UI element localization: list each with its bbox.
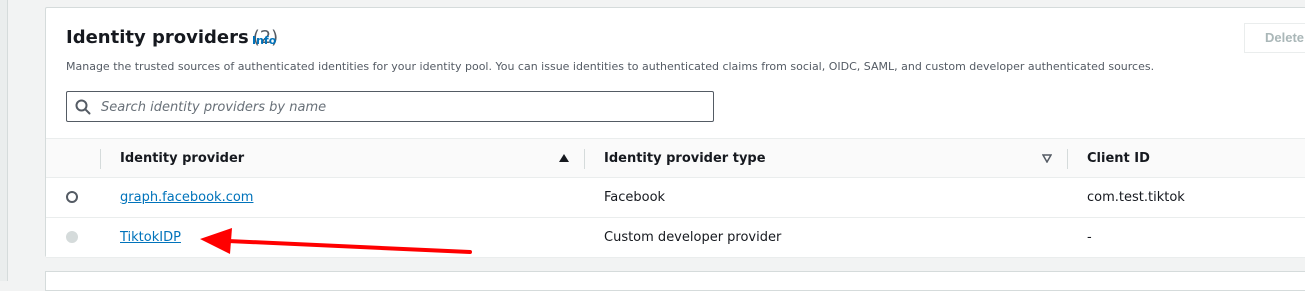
section-description: Manage the trusted sources of authentica… [66, 60, 1155, 73]
column-separator [1067, 149, 1068, 169]
sort-ascending-icon[interactable] [559, 153, 569, 163]
page-title: Identity providers (2) [66, 27, 278, 48]
info-link[interactable]: Info [252, 34, 276, 47]
table-row[interactable]: TiktokIDP Custom developer provider - [46, 218, 1305, 258]
search-icon [75, 99, 91, 115]
column-header-identity-provider-type[interactable]: Identity provider type [604, 151, 766, 166]
search-field[interactable] [66, 91, 714, 122]
client-id: com.test.tiktok [1087, 190, 1185, 205]
table-row[interactable]: graph.facebook.com Facebook com.test.tik… [46, 178, 1305, 218]
column-header-identity-provider[interactable]: Identity provider [120, 151, 244, 166]
provider-link[interactable]: TiktokIDP [120, 230, 181, 245]
client-id: - [1087, 230, 1092, 245]
next-panel [45, 271, 1305, 291]
table-header: Identity provider Identity provider type… [46, 138, 1305, 178]
identity-providers-panel: Identity providers (2) Info Manage the tr… [45, 7, 1305, 258]
sort-descending-icon[interactable] [1042, 153, 1052, 163]
column-separator [100, 149, 101, 169]
column-separator [584, 149, 585, 169]
provider-type: Facebook [604, 190, 666, 205]
left-side-panel [0, 0, 8, 281]
column-header-client-id[interactable]: Client ID [1087, 151, 1150, 166]
section-title: Identity providers [66, 27, 249, 48]
radio-icon [66, 231, 78, 243]
search-input[interactable] [99, 96, 703, 119]
provider-link[interactable]: graph.facebook.com [120, 190, 253, 205]
radio-icon[interactable] [66, 191, 78, 203]
delete-button[interactable]: Delete [1244, 23, 1305, 53]
provider-type: Custom developer provider [604, 230, 782, 245]
